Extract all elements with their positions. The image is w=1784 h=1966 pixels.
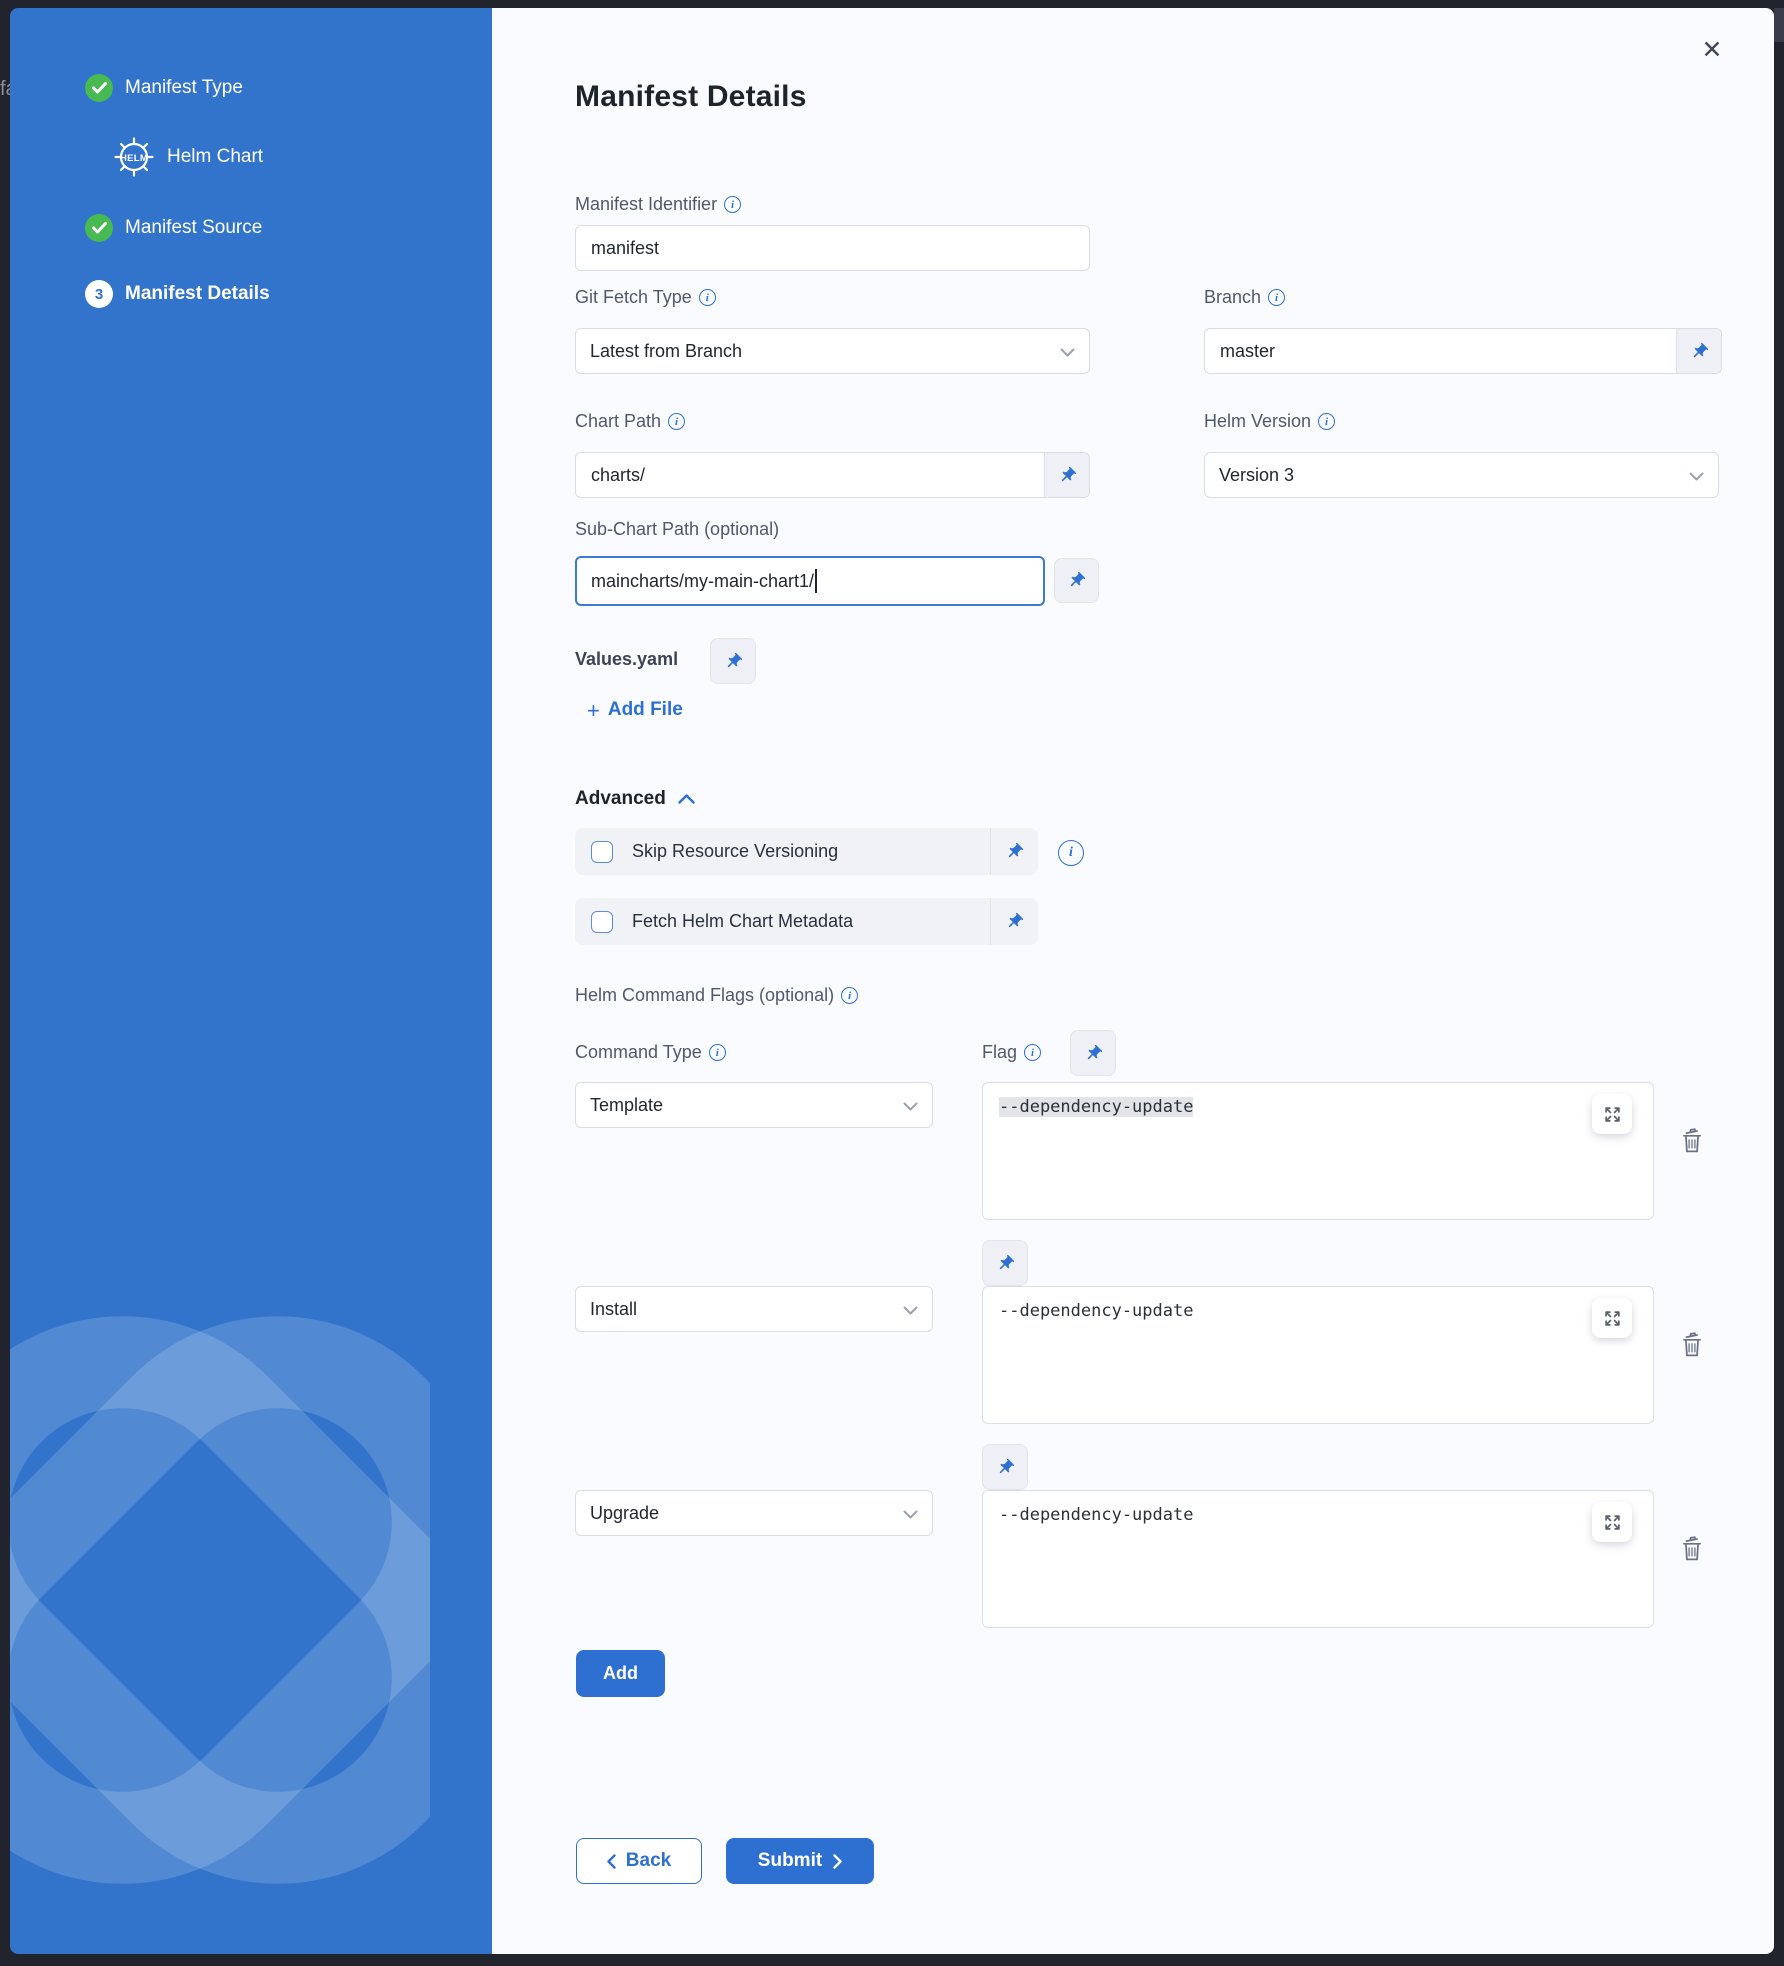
chevron-down-icon — [1060, 341, 1075, 362]
check-circle-icon — [85, 214, 113, 242]
delete-icon[interactable] — [1678, 1330, 1706, 1365]
info-icon[interactable]: i — [699, 289, 716, 306]
manifest-identifier-input[interactable] — [575, 225, 1090, 271]
info-icon[interactable]: i — [709, 1044, 726, 1061]
add-flag-button[interactable]: Add — [576, 1650, 665, 1697]
sidebar-step-manifest-details[interactable]: 3 Manifest Details — [85, 280, 270, 308]
sidebar-item-helm-chart[interactable]: HELM Helm Chart — [113, 136, 263, 178]
command-type-label: Command Type i — [575, 1042, 726, 1063]
info-icon[interactable]: i — [1024, 1044, 1041, 1061]
chevron-left-icon — [607, 1854, 616, 1869]
manifest-wizard-modal: Manifest Type HELM Helm Chart — [10, 8, 1774, 1954]
backdrop-text-fragment: fa — [0, 78, 10, 101]
branch-input[interactable] — [1205, 329, 1676, 373]
pin-icon[interactable] — [990, 828, 1038, 875]
flag-textarea-1[interactable]: --dependency-update — [982, 1082, 1654, 1220]
fetch-helm-chart-metadata-row: Fetch Helm Chart Metadata — [575, 898, 1038, 945]
chevron-right-icon — [833, 1854, 842, 1869]
checkbox-label: Skip Resource Versioning — [632, 841, 838, 862]
flag-textarea-2[interactable]: --dependency-update — [982, 1286, 1654, 1424]
check-circle-icon — [85, 74, 113, 102]
git-fetch-type-label: Git Fetch Type i — [575, 287, 716, 308]
skip-resource-versioning-checkbox[interactable] — [591, 841, 613, 863]
helm-version-select[interactable]: Version 3 — [1204, 452, 1719, 498]
advanced-section-toggle[interactable]: Advanced — [575, 788, 695, 810]
backdrop-fragment-block — [1774, 8, 1784, 42]
delete-icon[interactable] — [1678, 1126, 1706, 1161]
pin-icon[interactable] — [1676, 329, 1721, 373]
command-type-select-3[interactable]: Upgrade — [575, 1490, 933, 1536]
info-icon[interactable]: i — [724, 196, 741, 213]
step-label: Manifest Type — [125, 77, 243, 99]
branch-field — [1204, 328, 1722, 374]
expand-icon[interactable] — [1592, 1502, 1632, 1542]
close-icon[interactable]: ✕ — [1696, 34, 1728, 66]
back-button[interactable]: Back — [576, 1838, 702, 1884]
expand-icon[interactable] — [1592, 1094, 1632, 1134]
branch-label: Branch i — [1204, 287, 1285, 308]
wizard-sidebar: Manifest Type HELM Helm Chart — [10, 8, 492, 1954]
info-icon[interactable]: i — [668, 413, 685, 430]
flag-textarea-3[interactable]: --dependency-update — [982, 1490, 1654, 1628]
page-title: Manifest Details — [575, 80, 807, 114]
command-type-select-1[interactable]: Template — [575, 1082, 933, 1128]
pin-icon[interactable] — [710, 638, 756, 684]
chart-path-input[interactable] — [576, 453, 1044, 497]
skip-resource-versioning-row: Skip Resource Versioning — [575, 828, 1038, 875]
chevron-down-icon — [903, 1503, 918, 1524]
plus-icon: + — [587, 701, 600, 720]
manifest-details-panel: ✕ Manifest Details Manifest Identifier i… — [492, 8, 1774, 1954]
helm-wheel-icon: HELM — [113, 136, 155, 178]
fetch-helm-chart-metadata-checkbox[interactable] — [591, 911, 613, 933]
command-type-select-2[interactable]: Install — [575, 1286, 933, 1332]
add-file-button[interactable]: + Add File — [587, 699, 683, 721]
pin-icon[interactable] — [1054, 558, 1099, 603]
chevron-down-icon — [1689, 465, 1704, 486]
pin-icon[interactable] — [982, 1444, 1028, 1490]
info-icon[interactable]: i — [841, 987, 858, 1004]
git-fetch-type-select[interactable]: Latest from Branch — [575, 328, 1090, 374]
pin-icon[interactable] — [982, 1240, 1028, 1286]
step-label: Manifest Source — [125, 217, 262, 239]
chevron-up-icon — [678, 794, 695, 804]
submit-button[interactable]: Submit — [726, 1838, 874, 1884]
step-label: Manifest Details — [125, 283, 270, 305]
checkbox-label: Fetch Helm Chart Metadata — [632, 911, 853, 932]
text-cursor — [815, 569, 817, 593]
step-number-badge: 3 — [85, 280, 113, 308]
chevron-down-icon — [903, 1095, 918, 1116]
pin-icon[interactable] — [990, 898, 1038, 945]
delete-icon[interactable] — [1678, 1534, 1706, 1569]
harness-logo-watermark — [10, 1270, 430, 1930]
info-icon[interactable]: i — [1058, 840, 1084, 866]
pin-icon[interactable] — [1044, 453, 1089, 497]
values-file-label: Values.yaml — [575, 649, 678, 670]
helm-version-label: Helm Version i — [1204, 411, 1335, 432]
info-icon[interactable]: i — [1268, 289, 1285, 306]
sub-chart-path-input[interactable]: maincharts/my-main-chart1/ — [575, 556, 1045, 606]
sub-chart-path-label: Sub-Chart Path (optional) — [575, 519, 779, 540]
flag-label: Flag i — [982, 1042, 1041, 1063]
helm-command-flags-label: Helm Command Flags (optional) i — [575, 985, 858, 1006]
sidebar-step-manifest-type[interactable]: Manifest Type — [85, 74, 243, 102]
chart-path-field — [575, 452, 1090, 498]
svg-text:HELM: HELM — [120, 153, 148, 164]
expand-icon[interactable] — [1592, 1298, 1632, 1338]
sidebar-step-manifest-source[interactable]: Manifest Source — [85, 214, 262, 242]
chart-path-label: Chart Path i — [575, 411, 685, 432]
pin-icon[interactable] — [1070, 1030, 1116, 1076]
info-icon[interactable]: i — [1318, 413, 1335, 430]
manifest-identifier-label: Manifest Identifier i — [575, 194, 741, 215]
step-label: Helm Chart — [167, 146, 263, 168]
chevron-down-icon — [903, 1299, 918, 1320]
